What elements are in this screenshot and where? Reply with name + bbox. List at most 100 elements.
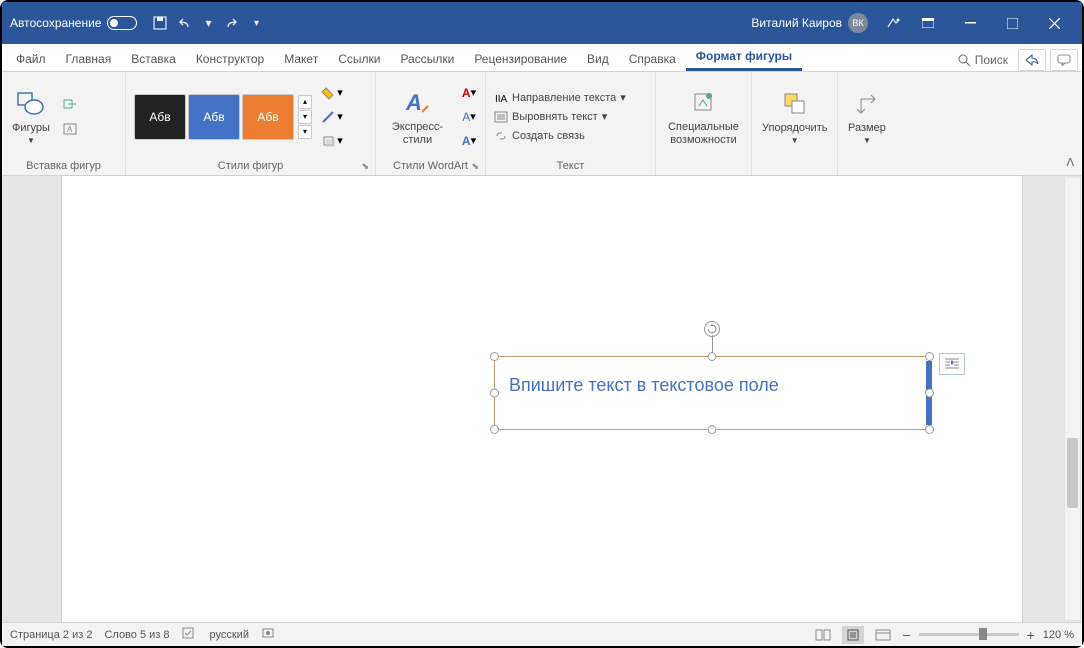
read-mode-icon[interactable] xyxy=(812,626,834,644)
text-direction-button[interactable]: IIAНаправление текста▾ xyxy=(490,90,630,106)
redo-icon[interactable] xyxy=(221,14,239,32)
slider-knob[interactable] xyxy=(979,628,987,640)
group-wordart-styles: Стили WordArt⬊ xyxy=(380,158,481,175)
style-swatch-2[interactable]: Абв xyxy=(188,94,240,140)
arrange-button[interactable]: Упорядочить ▼ xyxy=(756,86,833,147)
wordart-icon: A xyxy=(402,87,434,119)
maximize-button[interactable] xyxy=(992,8,1032,38)
save-icon[interactable] xyxy=(151,14,169,32)
scrollbar-thumb[interactable] xyxy=(1067,438,1078,508)
user-info[interactable]: Виталий Каиров ВК xyxy=(751,13,868,33)
style-swatch-3[interactable]: Абв xyxy=(242,94,294,140)
qat-customize-icon[interactable]: ▾ xyxy=(247,14,265,32)
express-styles-button[interactable]: A Экспресс-стили xyxy=(380,85,455,147)
zoom-out-icon[interactable]: − xyxy=(902,627,910,643)
shapes-button[interactable]: Фигуры ▼ xyxy=(6,86,56,147)
align-text-button[interactable]: Выровнять текст▾ xyxy=(490,109,611,125)
undo-dropdown-icon[interactable]: ▾ xyxy=(203,14,213,32)
search-box[interactable]: Поиск xyxy=(952,51,1014,69)
arrange-label: Упорядочить xyxy=(762,122,827,134)
status-bar: Страница 2 из 2 Слово 5 из 8 русский − +… xyxy=(2,622,1082,646)
shape-style-gallery[interactable]: Абв Абв Абв ▴ ▾ ▾ xyxy=(134,94,312,140)
group-insert-shapes: Вставка фигур xyxy=(6,158,121,175)
tab-view[interactable]: Вид xyxy=(577,48,619,71)
launcher-icon[interactable]: ⬊ xyxy=(361,161,369,172)
print-layout-icon[interactable] xyxy=(842,626,864,644)
edit-shape-icon[interactable] xyxy=(58,94,82,116)
user-name: Виталий Каиров xyxy=(751,16,842,30)
share-button[interactable] xyxy=(1018,49,1046,71)
text-box-icon[interactable]: A xyxy=(58,118,82,140)
resize-handle[interactable] xyxy=(708,425,717,434)
zoom-in-icon[interactable]: + xyxy=(1027,627,1035,643)
tab-home[interactable]: Главная xyxy=(56,48,122,71)
tab-help[interactable]: Справка xyxy=(619,48,686,71)
resize-handle[interactable] xyxy=(490,389,499,398)
text-effects-icon[interactable]: A▾ xyxy=(457,130,481,152)
page-indicator[interactable]: Страница 2 из 2 xyxy=(10,629,92,641)
gallery-up-icon[interactable]: ▴ xyxy=(298,95,312,109)
toggle-switch[interactable] xyxy=(107,16,137,30)
accessibility-button[interactable]: Специальные возможности xyxy=(660,85,747,147)
group-shape-styles: Стили фигур⬊ xyxy=(130,158,371,175)
document-area: Впишите текст в текстовое поле xyxy=(2,176,1082,622)
collapse-ribbon-icon[interactable]: ᐱ xyxy=(1066,156,1074,169)
ribbon-display-icon[interactable] xyxy=(908,8,948,38)
word-count[interactable]: Слово 5 из 8 xyxy=(104,629,169,641)
undo-icon[interactable] xyxy=(177,14,195,32)
create-link-button[interactable]: Создать связь xyxy=(490,128,589,144)
zoom-level[interactable]: 120 % xyxy=(1043,629,1074,641)
search-icon xyxy=(958,54,971,67)
ribbon-tabs: Файл Главная Вставка Конструктор Макет С… xyxy=(2,44,1082,72)
avatar: ВК xyxy=(848,13,868,33)
text-outline-icon[interactable]: A▾ xyxy=(457,106,481,128)
autosave-toggle[interactable]: Автосохранение xyxy=(10,16,137,30)
resize-handle[interactable] xyxy=(708,352,717,361)
resize-handle[interactable] xyxy=(925,389,934,398)
style-swatch-1[interactable]: Абв xyxy=(134,94,186,140)
group-size xyxy=(842,158,898,175)
web-layout-icon[interactable] xyxy=(872,626,894,644)
comments-button[interactable] xyxy=(1050,49,1078,71)
resize-handle[interactable] xyxy=(490,352,499,361)
group-text: Текст xyxy=(490,158,651,175)
tab-references[interactable]: Ссылки xyxy=(328,48,390,71)
tab-shape-format[interactable]: Формат фигуры xyxy=(686,45,802,71)
tab-design[interactable]: Конструктор xyxy=(186,48,274,71)
gallery-down-icon[interactable]: ▾ xyxy=(298,110,312,124)
accessibility-label: Специальные возможности xyxy=(666,121,741,145)
language-indicator[interactable]: русский xyxy=(210,629,249,641)
size-button[interactable]: Размер ▼ xyxy=(842,86,892,147)
shapes-label: Фигуры xyxy=(12,122,50,134)
layout-options-icon[interactable] xyxy=(939,353,965,375)
resize-handle[interactable] xyxy=(490,425,499,434)
tab-file[interactable]: Файл xyxy=(6,48,56,71)
coming-soon-icon[interactable] xyxy=(884,14,902,32)
tab-insert[interactable]: Вставка xyxy=(121,48,186,71)
search-label: Поиск xyxy=(975,53,1008,67)
spell-check-icon[interactable] xyxy=(182,626,198,643)
shape-outline-icon[interactable]: ▾ xyxy=(320,106,344,128)
text-box-shape[interactable]: Впишите текст в текстовое поле xyxy=(494,356,930,430)
text-fill-icon[interactable]: A▾ xyxy=(457,82,481,104)
tab-review[interactable]: Рецензирование xyxy=(464,48,577,71)
gallery-more-icon[interactable]: ▾ xyxy=(298,125,312,139)
minimize-button[interactable] xyxy=(950,8,990,38)
zoom-slider[interactable] xyxy=(919,633,1019,636)
shapes-icon xyxy=(15,88,47,120)
launcher-icon[interactable]: ⬊ xyxy=(471,161,479,172)
tab-mailings[interactable]: Рассылки xyxy=(390,48,464,71)
page[interactable]: Впишите текст в текстовое поле xyxy=(62,176,1022,622)
arrange-icon xyxy=(779,88,811,120)
macro-icon[interactable] xyxy=(261,626,275,643)
shape-fill-icon[interactable]: ▾ xyxy=(320,82,344,104)
svg-text:A: A xyxy=(405,90,422,115)
shape-effects-icon[interactable]: ▾ xyxy=(320,130,344,152)
tab-layout[interactable]: Макет xyxy=(274,48,328,71)
textbox-text[interactable]: Впишите текст в текстовое поле xyxy=(495,357,929,414)
vertical-scrollbar[interactable] xyxy=(1064,178,1080,620)
svg-text:A: A xyxy=(67,125,73,134)
resize-handle[interactable] xyxy=(925,425,934,434)
close-button[interactable] xyxy=(1034,8,1074,38)
resize-handle[interactable] xyxy=(925,352,934,361)
